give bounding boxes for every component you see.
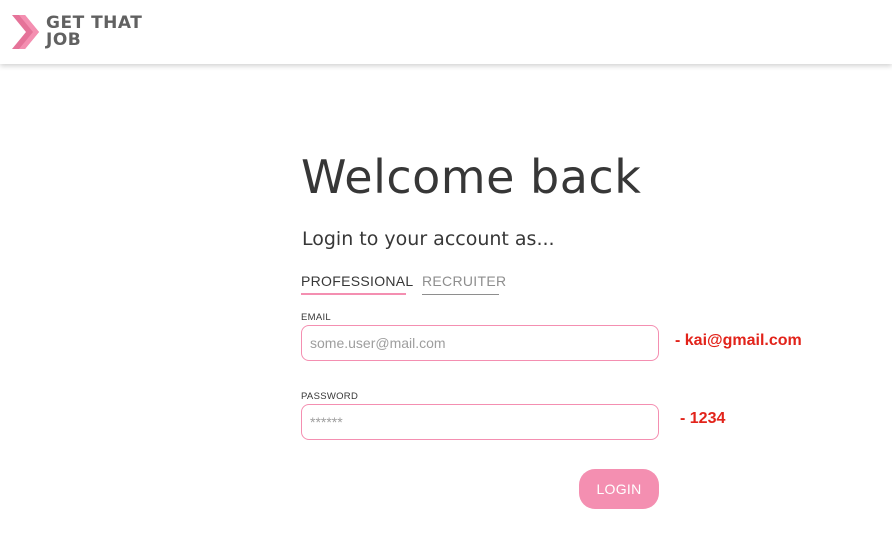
password-label: PASSWORD	[301, 391, 359, 402]
tab-recruiter[interactable]: RECRUITER	[422, 273, 506, 295]
email-label: EMAIL	[301, 312, 332, 323]
brand-wordmark-line2: JOB	[46, 30, 82, 50]
chevron-right-icon	[12, 15, 39, 49]
brand-wordmark: GET THAT JOB	[46, 15, 142, 49]
tab-professional[interactable]: PROFESSIONAL	[301, 273, 413, 295]
page-subtitle: Login to your account as...	[302, 228, 555, 250]
password-annotation: - 1234	[680, 410, 726, 427]
top-nav-bar: GET THAT JOB	[0, 0, 892, 64]
email-field[interactable]	[301, 325, 659, 361]
password-field[interactable]	[301, 404, 659, 440]
email-annotation: - kai@gmail.com	[675, 332, 802, 349]
page-title: Welcome back	[301, 150, 642, 204]
login-button[interactable]: LOGIN	[579, 469, 659, 509]
brand-logo[interactable]: GET THAT JOB	[12, 15, 142, 49]
